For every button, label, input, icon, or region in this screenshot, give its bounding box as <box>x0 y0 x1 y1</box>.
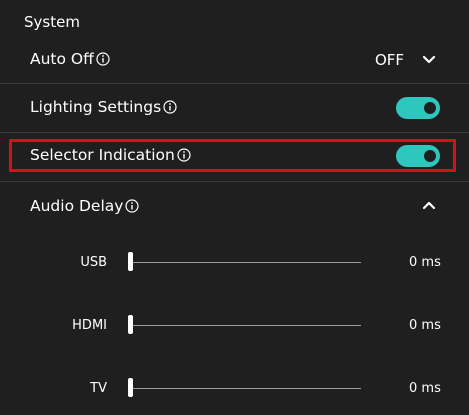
tv-value: 0 ms <box>409 381 441 396</box>
selector-indication-row: Selector Indication <box>30 146 191 164</box>
lighting-settings-toggle[interactable] <box>396 97 440 119</box>
toggle-knob <box>424 150 436 162</box>
divider <box>0 132 469 133</box>
hdmi-slider-track[interactable] <box>130 325 361 326</box>
audio-delay-label: Audio Delay <box>30 197 124 215</box>
info-icon[interactable] <box>125 199 140 213</box>
auto-off-row: Auto Off <box>30 50 110 68</box>
selector-indication-toggle[interactable] <box>396 145 440 167</box>
divider <box>0 181 469 182</box>
chevron-up-icon[interactable] <box>422 200 436 210</box>
hdmi-slider-thumb[interactable] <box>128 315 133 334</box>
lighting-settings-row: Lighting Settings <box>30 98 177 116</box>
usb-slider-track[interactable] <box>130 262 361 263</box>
selector-indication-label: Selector Indication <box>30 146 175 164</box>
usb-value: 0 ms <box>409 255 441 270</box>
usb-label: USB <box>80 255 107 270</box>
auto-off-value[interactable]: OFF <box>375 51 404 69</box>
info-icon[interactable] <box>96 52 110 66</box>
audio-delay-row: Audio Delay <box>30 197 140 215</box>
hdmi-label: HDMI <box>72 318 107 333</box>
lighting-settings-label: Lighting Settings <box>30 98 162 116</box>
tv-slider-track[interactable] <box>130 388 361 389</box>
toggle-knob <box>424 102 436 114</box>
divider <box>0 83 469 84</box>
info-icon[interactable] <box>163 100 177 114</box>
info-icon[interactable] <box>177 148 191 162</box>
section-title: System <box>24 13 80 31</box>
tv-label: TV <box>90 381 107 396</box>
usb-slider-thumb[interactable] <box>128 252 133 271</box>
chevron-down-icon[interactable] <box>422 55 436 65</box>
auto-off-label: Auto Off <box>30 50 94 68</box>
hdmi-value: 0 ms <box>409 318 441 333</box>
tv-slider-thumb[interactable] <box>128 378 133 397</box>
